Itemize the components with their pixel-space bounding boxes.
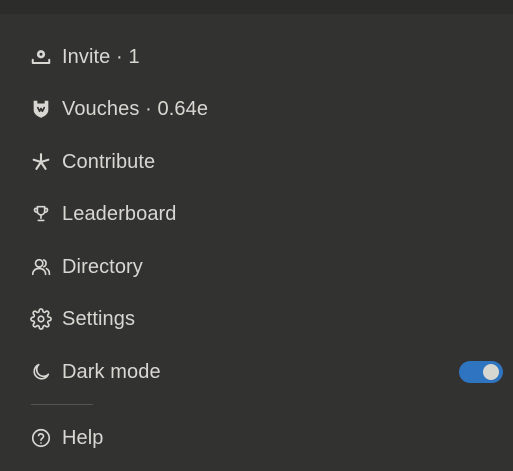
invite-icon [30, 46, 52, 68]
menu-divider [31, 404, 93, 405]
menu-item-label: Help [62, 426, 104, 449]
menu-item-label: Leaderboard [62, 202, 177, 225]
menu-item-label: Invite · 1 [62, 45, 140, 68]
asterisk-icon [30, 151, 52, 173]
menu-item-leaderboard[interactable]: Leaderboard [30, 199, 177, 229]
menu-item-directory[interactable]: Directory [30, 252, 143, 282]
menu-item-label: Contribute [62, 150, 156, 173]
menu-top-edge [0, 0, 513, 14]
menu-item-label: Settings [62, 307, 136, 330]
menu-item-help[interactable]: Help [30, 423, 104, 453]
trophy-icon [30, 203, 52, 225]
menu-item-label: Directory [62, 255, 143, 278]
shield-icon [30, 98, 52, 120]
menu-item-label: Vouches · 0.64e [62, 97, 209, 120]
menu-item-contribute[interactable]: Contribute [30, 147, 155, 177]
menu-item-label: Dark mode [62, 360, 161, 383]
gear-icon [30, 308, 52, 330]
menu-item-invite[interactable]: Invite · 1 [30, 42, 140, 72]
help-circle-icon [30, 427, 52, 449]
menu-item-dark-mode[interactable]: Dark mode [30, 357, 161, 387]
menu-item-settings[interactable]: Settings [30, 304, 135, 334]
users-icon [30, 256, 52, 278]
toggle-knob [483, 364, 499, 380]
dark-mode-toggle[interactable] [459, 361, 503, 383]
menu-item-vouches[interactable]: Vouches · 0.64e [30, 94, 208, 124]
moon-icon [30, 361, 52, 383]
